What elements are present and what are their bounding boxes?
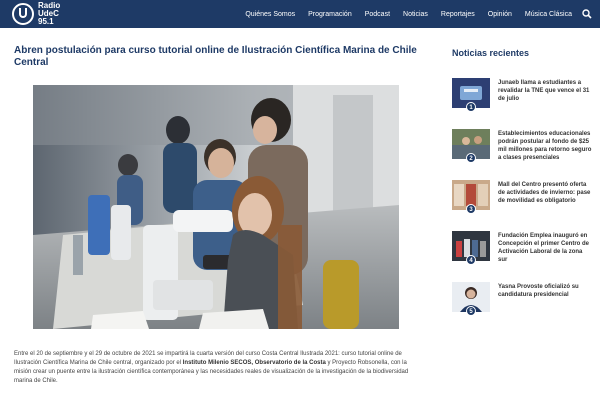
news-thumbnail[interactable]: 3 [452, 180, 490, 214]
news-number-badge: 4 [466, 255, 476, 265]
news-number-badge: 3 [466, 204, 476, 214]
nav-reportajes[interactable]: Reportajes [441, 11, 475, 18]
list-item[interactable]: 1 Junaeb llama a estudiantes a revalidar… [452, 78, 592, 129]
news-thumbnail[interactable]: 4 [452, 231, 490, 265]
secos-link[interactable]: Instituto Milenio SECOS, Observatorio de… [183, 360, 326, 366]
news-number-badge: 5 [466, 306, 476, 316]
nav-programacion[interactable]: Programación [308, 11, 352, 18]
article-title: Abren postulación para curso tutorial on… [14, 45, 417, 68]
logo-u-icon [12, 3, 34, 25]
site-header: Radio UdeC 95.1 Quiénes Somos Programaci… [0, 0, 600, 28]
main-nav: Quiénes Somos Programación Podcast Notic… [232, 0, 592, 28]
recent-news-list: 1 Junaeb llama a estudiantes a revalidar… [452, 78, 592, 333]
nav-podcast[interactable]: Podcast [365, 11, 390, 18]
news-thumbnail[interactable]: 2 [452, 129, 490, 163]
nav-opinion[interactable]: Opinión [488, 11, 512, 18]
sidebar-title: Noticias recientes [452, 48, 530, 58]
logo-line-3: 95.1 [38, 17, 54, 26]
search-icon[interactable] [582, 9, 592, 19]
article-paragraph-1: Entre el 20 de septiembre y el 29 de oct… [14, 350, 424, 386]
news-thumbnail[interactable]: 5 [452, 282, 490, 316]
news-title[interactable]: Yasna Provoste oficializó su candidatura… [498, 283, 592, 333]
list-item[interactable]: 3 Mall del Centro presentó oferta de act… [452, 180, 592, 231]
list-item[interactable]: 5 Yasna Provoste oficializó su candidatu… [452, 282, 592, 333]
news-number-badge: 2 [466, 153, 476, 163]
news-title[interactable]: Establecimientos educacionales podrán po… [498, 130, 592, 180]
nav-quienes-somos[interactable]: Quiénes Somos [245, 11, 295, 18]
nav-musica-clasica[interactable]: Música Clásica [525, 11, 572, 18]
nav-noticias[interactable]: Noticias [403, 11, 428, 18]
article-hero-image [33, 85, 399, 329]
news-thumbnail[interactable]: 1 [452, 78, 490, 112]
list-item[interactable]: 2 Establecimientos educacionales podrán … [452, 129, 592, 180]
news-title[interactable]: Junaeb llama a estudiantes a revalidar l… [498, 79, 592, 129]
list-item[interactable]: 4 Fundación Emplea inauguró en Concepció… [452, 231, 592, 282]
article-body: Entre el 20 de septiembre y el 29 de oct… [14, 350, 424, 386]
news-number-badge: 1 [466, 102, 476, 112]
logo-text: Radio UdeC 95.1 [38, 2, 60, 26]
news-title[interactable]: Mall del Centro presentó oferta de activ… [498, 181, 592, 231]
news-title[interactable]: Fundación Emplea inauguró en Concepción … [498, 232, 592, 282]
site-logo[interactable]: Radio UdeC 95.1 [12, 0, 60, 28]
